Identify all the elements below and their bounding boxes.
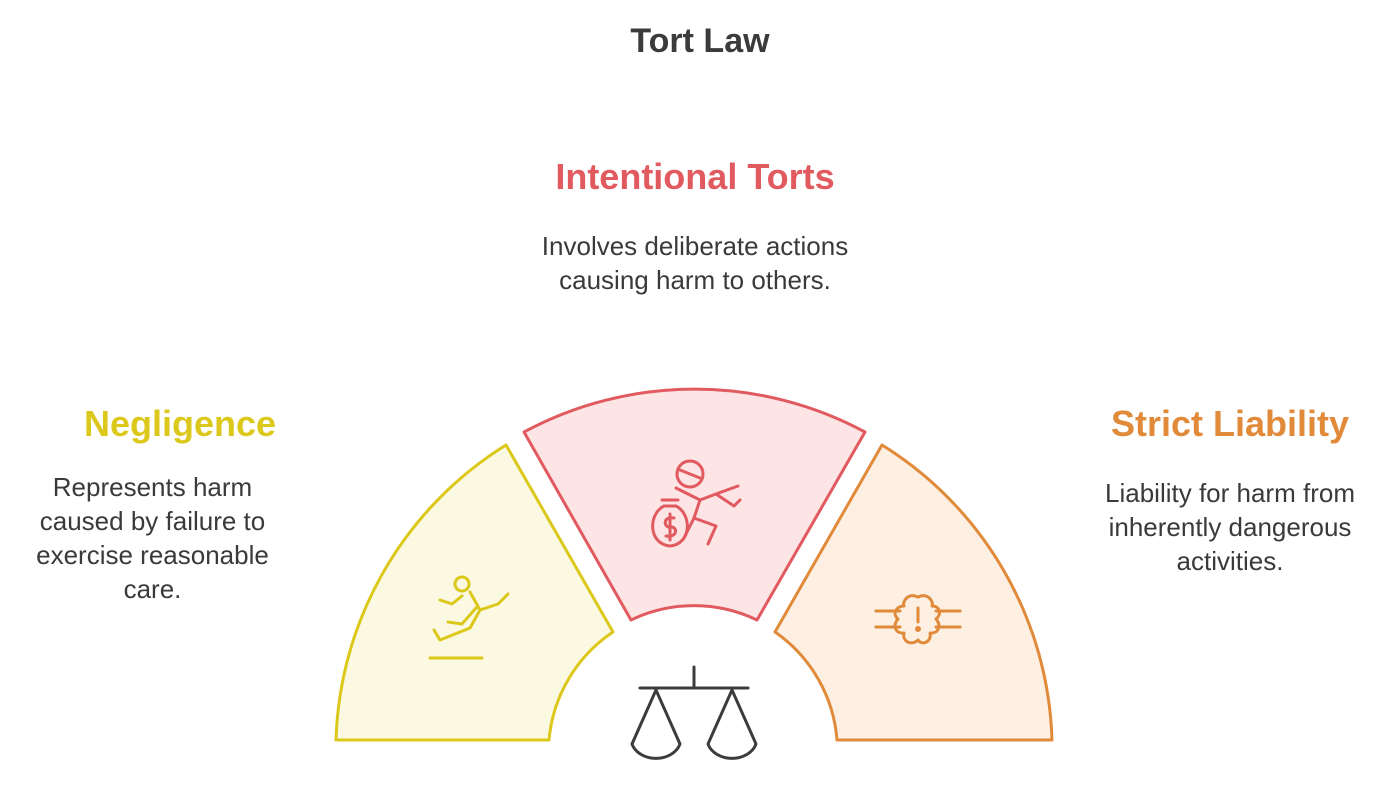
scales-of-justice-icon bbox=[630, 665, 758, 760]
tort-law-fan-diagram bbox=[334, 387, 1054, 760]
